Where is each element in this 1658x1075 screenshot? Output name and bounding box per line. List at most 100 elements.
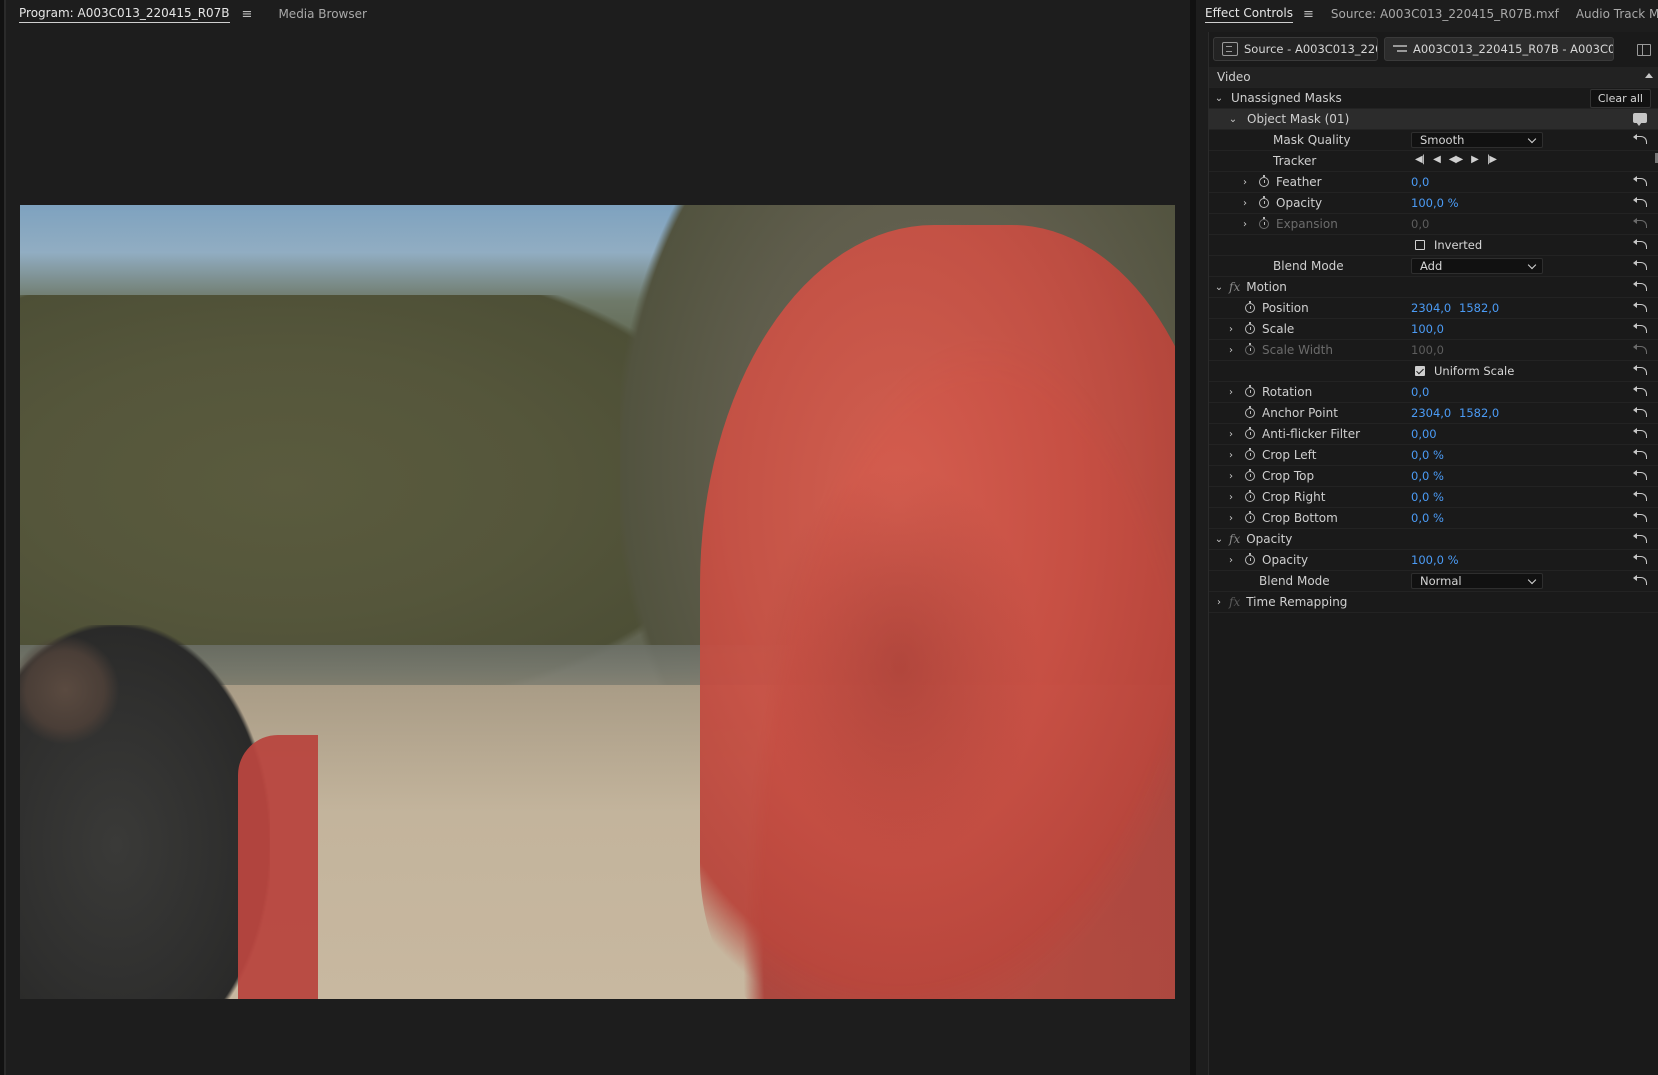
reset-icon[interactable] — [1633, 197, 1647, 208]
unassigned-masks-row[interactable]: ⌄ Unassigned Masks Clear all — [1209, 88, 1658, 109]
toggle-timeline-view-icon[interactable] — [1637, 44, 1651, 56]
reset-icon[interactable] — [1633, 407, 1647, 418]
stopwatch-icon[interactable] — [1259, 175, 1269, 187]
crop-bottom-value[interactable]: 0,0 % — [1411, 511, 1444, 525]
object-mask-row[interactable]: ⌄ Object Mask (01) — [1209, 109, 1658, 130]
reset-icon[interactable] — [1633, 575, 1647, 586]
chevron-right-icon[interactable]: › — [1239, 177, 1251, 188]
crop-left-value[interactable]: 0,0 % — [1411, 448, 1444, 462]
reset-icon[interactable] — [1633, 365, 1647, 376]
track-both-icon[interactable]: ◀▶ — [1449, 154, 1463, 165]
chevron-right-icon[interactable]: › — [1225, 513, 1237, 524]
chevron-right-icon[interactable]: › — [1225, 429, 1237, 440]
chevron-right-icon[interactable]: › — [1225, 471, 1237, 482]
rotation-value[interactable]: 0,0 — [1411, 385, 1429, 399]
mask-quality-select[interactable]: Smooth — [1411, 132, 1543, 148]
chevron-right-icon[interactable]: › — [1213, 597, 1225, 608]
tab-source[interactable]: Source: A003C013_220415_R07B.mxf — [1322, 0, 1567, 28]
position-x-value[interactable]: 2304,0 — [1411, 301, 1451, 315]
panel-menu-icon[interactable]: ≡ — [1303, 7, 1314, 22]
reset-icon[interactable] — [1633, 281, 1647, 292]
chevron-right-icon[interactable]: › — [1225, 450, 1237, 461]
chevron-down-icon[interactable]: ⌄ — [1227, 114, 1239, 125]
crop-right-value[interactable]: 0,0 % — [1411, 490, 1444, 504]
reset-icon[interactable] — [1633, 533, 1647, 544]
track-backward-icon[interactable]: ◀ — [1433, 154, 1441, 165]
stopwatch-icon[interactable] — [1245, 406, 1255, 418]
scroll-up-icon[interactable] — [1645, 73, 1653, 78]
chevron-right-icon[interactable]: › — [1225, 492, 1237, 503]
tab-effect-controls[interactable]: Effect Controls ≡ — [1196, 0, 1322, 28]
tab-effect-controls-label: Effect Controls — [1205, 6, 1293, 23]
sequence-clip-button[interactable]: A003C013_220415_R07B - A003C013... — [1384, 37, 1614, 61]
time-remapping-row[interactable]: › fx Time Remapping — [1209, 592, 1658, 613]
reset-icon[interactable] — [1633, 512, 1647, 523]
fx-icon[interactable]: fx — [1229, 280, 1240, 294]
stopwatch-icon[interactable] — [1245, 511, 1255, 523]
chevron-down-icon[interactable]: ⌄ — [1213, 93, 1225, 104]
chevron-right-icon[interactable]: › — [1225, 387, 1237, 398]
stopwatch-icon[interactable] — [1245, 448, 1255, 460]
reset-icon[interactable] — [1633, 260, 1647, 271]
reset-icon[interactable] — [1633, 470, 1647, 481]
stopwatch-icon[interactable] — [1245, 301, 1255, 313]
tab-audio-track-mixer[interactable]: Audio Track Mixer: A003C — [1567, 0, 1658, 28]
reset-icon[interactable] — [1633, 428, 1647, 439]
mask-blend-mode-select[interactable]: Add — [1411, 258, 1543, 274]
chevron-right-icon[interactable]: › — [1239, 219, 1251, 230]
anchor-x-value[interactable]: 2304,0 — [1411, 406, 1451, 420]
feather-value[interactable]: 0,0 — [1411, 175, 1429, 189]
chevron-right-icon[interactable]: › — [1225, 555, 1237, 566]
stopwatch-icon[interactable] — [1245, 469, 1255, 481]
reset-icon[interactable] — [1633, 302, 1647, 313]
sequence-icon — [1393, 43, 1407, 55]
stopwatch-icon[interactable] — [1245, 553, 1255, 565]
motion-row[interactable]: ⌄ fx Motion — [1209, 277, 1658, 298]
anchor-y-value[interactable]: 1582,0 — [1459, 406, 1499, 420]
uniform-scale-checkbox[interactable] — [1415, 366, 1425, 376]
reset-icon[interactable] — [1633, 491, 1647, 502]
opacity-effect-row[interactable]: ⌄ fx Opacity — [1209, 529, 1658, 550]
program-video-frame[interactable] — [20, 205, 1175, 999]
fx-icon[interactable]: fx — [1229, 532, 1240, 546]
reset-icon[interactable] — [1633, 134, 1647, 145]
stopwatch-icon[interactable] — [1259, 217, 1269, 229]
blend-mode-select[interactable]: Normal — [1411, 573, 1543, 589]
stopwatch-icon[interactable] — [1245, 427, 1255, 439]
rotation-row: › Rotation 0,0 — [1209, 382, 1658, 403]
track-forward-icon[interactable]: ▶ — [1471, 154, 1479, 165]
tab-media-browser[interactable]: Media Browser — [265, 0, 379, 28]
panel-menu-icon[interactable]: ≡ — [242, 7, 253, 22]
reset-icon[interactable] — [1633, 323, 1647, 334]
reset-icon[interactable] — [1633, 554, 1647, 565]
track-forward-one-frame-icon[interactable]: |▶ — [1487, 154, 1497, 165]
tab-source-label: Source: A003C013_220415_R07B.mxf — [1330, 7, 1559, 21]
reset-icon[interactable] — [1633, 239, 1647, 250]
track-back-one-frame-icon[interactable]: ◀| — [1415, 154, 1425, 165]
chevron-right-icon[interactable]: › — [1225, 324, 1237, 335]
stopwatch-icon[interactable] — [1245, 490, 1255, 502]
clear-all-button[interactable]: Clear all — [1589, 89, 1651, 108]
stopwatch-icon[interactable] — [1245, 343, 1255, 355]
stopwatch-icon[interactable] — [1245, 385, 1255, 397]
chevron-down-icon[interactable]: ⌄ — [1213, 534, 1225, 545]
tab-program[interactable]: Program: A003C013_220415_R07B ≡ — [6, 0, 265, 28]
inverted-checkbox[interactable] — [1415, 240, 1425, 250]
chevron-down-icon[interactable]: ⌄ — [1213, 282, 1225, 293]
opacity-value[interactable]: 100,0 % — [1411, 553, 1459, 567]
tab-audio-mixer-label: Audio Track Mixer: A003C — [1575, 7, 1658, 21]
mask-opacity-value[interactable]: 100,0 % — [1411, 196, 1459, 210]
stopwatch-icon[interactable] — [1245, 322, 1255, 334]
reset-icon[interactable] — [1633, 386, 1647, 397]
crop-top-value[interactable]: 0,0 % — [1411, 469, 1444, 483]
chevron-right-icon[interactable]: › — [1239, 198, 1251, 209]
anti-flicker-value[interactable]: 0,00 — [1411, 427, 1437, 441]
chevron-right-icon[interactable]: › — [1225, 345, 1237, 356]
reset-icon[interactable] — [1633, 176, 1647, 187]
position-y-value[interactable]: 1582,0 — [1459, 301, 1499, 315]
source-clip-button[interactable]: Source - A003C013_220... — [1213, 37, 1378, 61]
scale-value[interactable]: 100,0 — [1411, 322, 1444, 336]
reset-icon[interactable] — [1633, 449, 1647, 460]
stopwatch-icon[interactable] — [1259, 196, 1269, 208]
comment-icon[interactable] — [1633, 113, 1647, 126]
